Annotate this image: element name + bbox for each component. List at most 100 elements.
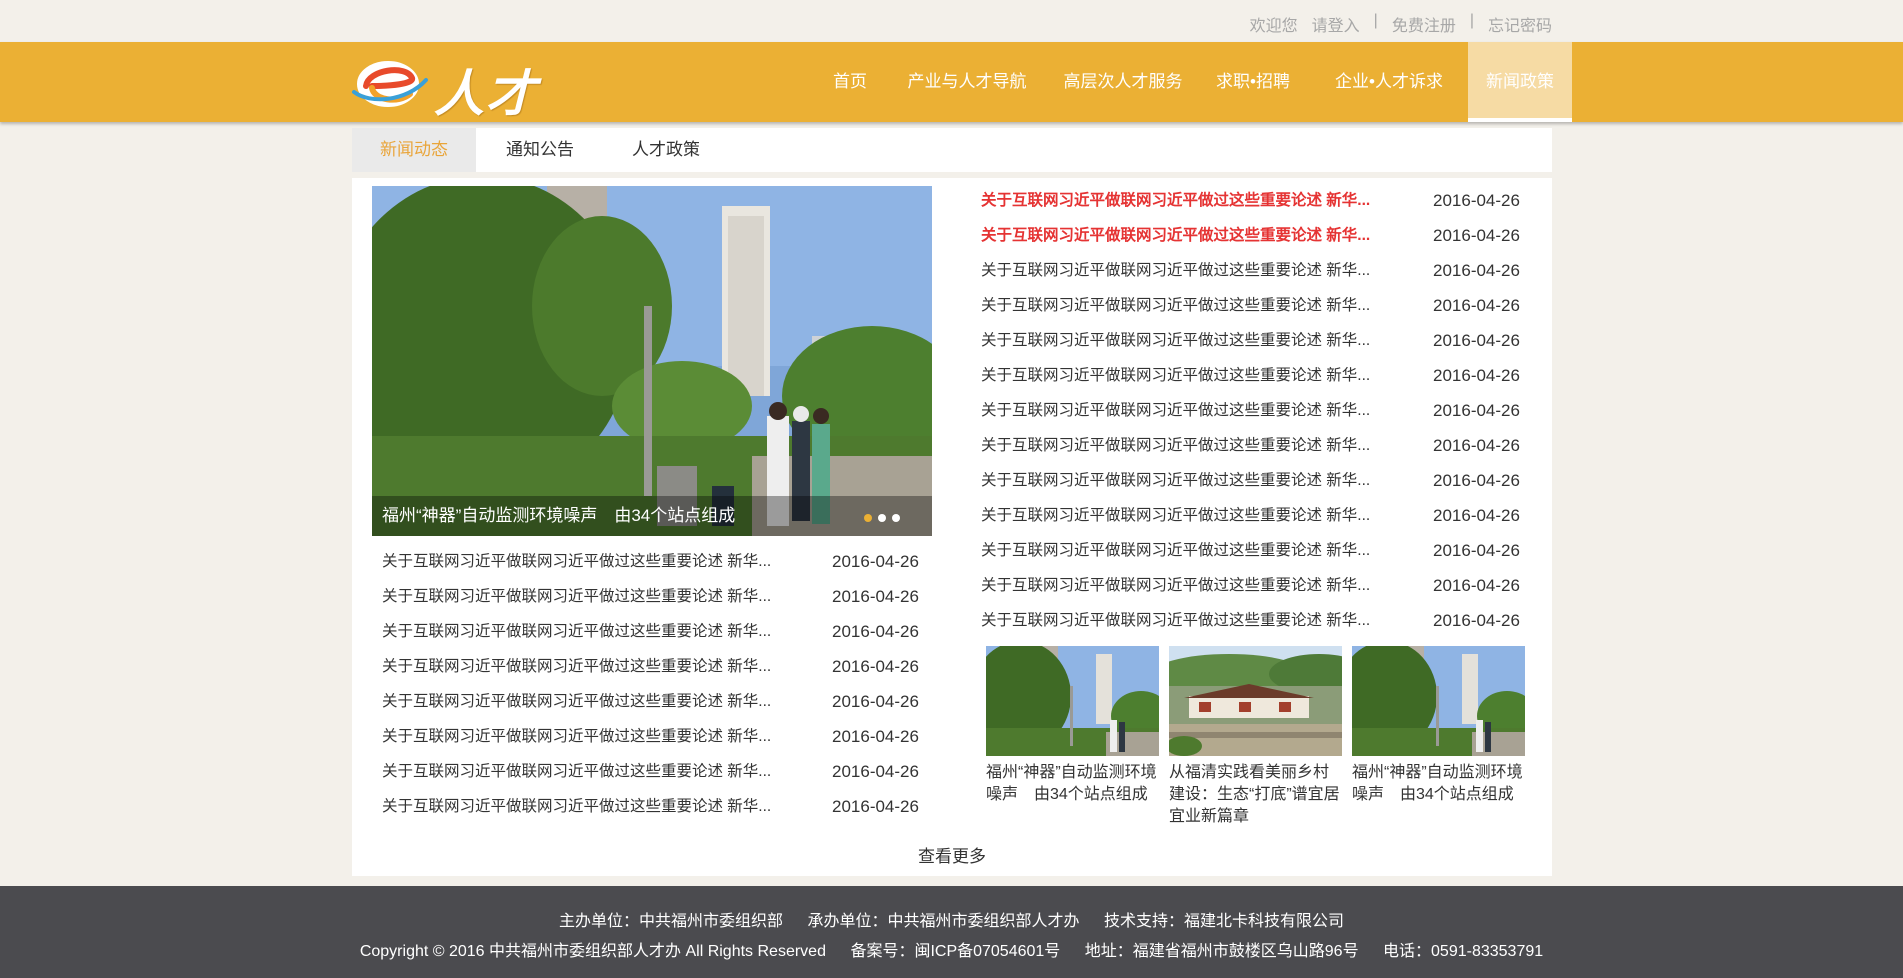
- nav-item-enterprise-appeals[interactable]: 企业•人才诉求: [1330, 42, 1448, 122]
- news-tabs: 新闻动态 通知公告 人才政策: [352, 128, 1552, 178]
- footer-credits: 主办单位：中共福州市委组织部 承办单位：中共福州市委组织部人才办 技术支持：福建…: [0, 907, 1903, 931]
- thumbnail-card[interactable]: 从福清实践看美丽乡村建设：生态“打底”谱宜居宜业新篇章: [1169, 646, 1342, 828]
- news-date: 2016-04-26: [1433, 401, 1520, 420]
- news-title[interactable]: 关于互联网习近平做联网习近平做过这些重要论述 新华...: [382, 614, 771, 649]
- news-title[interactable]: 关于互联网习近平做联网习近平做过这些重要论述 新华...: [382, 719, 771, 754]
- news-title-hot[interactable]: 关于互联网习近平做联网习近平做过这些重要论述 新华...: [981, 218, 1370, 253]
- news-date: 2016-04-26: [1433, 436, 1520, 455]
- news-title-hot[interactable]: 关于互联网习近平做联网习近平做过这些重要论述 新华...: [981, 183, 1370, 218]
- news-date: 2016-04-26: [832, 552, 919, 571]
- thumbnail-caption[interactable]: 福州“神器”自动监测环境噪声 由34个站点组成: [986, 762, 1159, 806]
- news-title[interactable]: 关于互联网习近平做联网习近平做过这些重要论述 新华...: [981, 428, 1370, 463]
- nav-item-high-level-talent[interactable]: 高层次人才服务: [1056, 42, 1190, 122]
- news-title[interactable]: 关于互联网习近平做联网习近平做过这些重要论述 新华...: [981, 253, 1370, 288]
- list-item[interactable]: 关于互联网习近平做联网习近平做过这些重要论述 新华... 2016-04-26: [981, 568, 1541, 603]
- tab-news[interactable]: 新闻动态: [352, 128, 476, 172]
- list-item[interactable]: 关于互联网习近平做联网习近平做过这些重要论述 新华... 2016-04-26: [981, 393, 1541, 428]
- news-title[interactable]: 关于互联网习近平做联网习近平做过这些重要论述 新华...: [981, 323, 1370, 358]
- user-links: 欢迎您 请登入 | 免费注册 | 忘记密码: [1250, 12, 1552, 36]
- news-title[interactable]: 关于互联网习近平做联网习近平做过这些重要论述 新华...: [981, 603, 1370, 638]
- list-item[interactable]: 关于互联网习近平做联网习近平做过这些重要论述 新华... 2016-04-26: [382, 754, 922, 789]
- news-date: 2016-04-26: [1433, 226, 1520, 245]
- tab-notices[interactable]: 通知公告: [476, 128, 604, 172]
- news-title[interactable]: 关于互联网习近平做联网习近平做过这些重要论述 新华...: [382, 754, 771, 789]
- news-date: 2016-04-26: [832, 622, 919, 641]
- footer-address: 地址：福建省福州市鼓楼区乌山路96号: [1084, 943, 1359, 960]
- list-item[interactable]: 关于互联网习近平做联网习近平做过这些重要论述 新华... 2016-04-26: [981, 183, 1541, 218]
- footer-tech-support: 技术支持：福建北卡科技有限公司: [1103, 913, 1344, 930]
- footer-info: Copyright © 2016 中共福州市委组织部人才办 All Rights…: [0, 937, 1903, 961]
- nav-item-industry-talent[interactable]: 产业与人才导航: [900, 42, 1034, 122]
- thumbnail-caption[interactable]: 从福清实践看美丽乡村建设：生态“打底”谱宜居宜业新篇章: [1169, 762, 1342, 828]
- list-item[interactable]: 关于互联网习近平做联网习近平做过这些重要论述 新华... 2016-04-26: [981, 288, 1541, 323]
- separator: |: [1469, 12, 1474, 29]
- news-title[interactable]: 关于互联网习近平做联网习近平做过这些重要论述 新华...: [981, 358, 1370, 393]
- slider-dot[interactable]: [864, 514, 872, 522]
- right-news-list: 关于互联网习近平做联网习近平做过这些重要论述 新华... 2016-04-26 关…: [981, 183, 1541, 638]
- list-item[interactable]: 关于互联网习近平做联网习近平做过这些重要论述 新华... 2016-04-26: [981, 253, 1541, 288]
- news-title[interactable]: 关于互联网习近平做联网习近平做过这些重要论述 新华...: [382, 579, 771, 614]
- news-title[interactable]: 关于互联网习近平做联网习近平做过这些重要论述 新华...: [382, 789, 771, 824]
- list-item[interactable]: 关于互联网习近平做联网习近平做过这些重要论述 新华... 2016-04-26: [981, 463, 1541, 498]
- news-title[interactable]: 关于互联网习近平做联网习近平做过这些重要论述 新华...: [382, 544, 771, 579]
- thumbnail-image[interactable]: [1352, 646, 1525, 756]
- news-date: 2016-04-26: [832, 762, 919, 781]
- list-item[interactable]: 关于互联网习近平做联网习近平做过这些重要论述 新华... 2016-04-26: [382, 649, 922, 684]
- view-more-link[interactable]: 查看更多: [352, 842, 1552, 867]
- featured-caption[interactable]: 福州“神器”自动监测环境噪声 由34个站点组成: [372, 496, 932, 536]
- footer-sponsor: 主办单位：中共福州市委组织部: [559, 913, 784, 930]
- news-title[interactable]: 关于互联网习近平做联网习近平做过这些重要论述 新华...: [981, 463, 1370, 498]
- thumbnail-caption[interactable]: 福州“神器”自动监测环境噪声 由34个站点组成: [1352, 762, 1525, 806]
- list-item[interactable]: 关于互联网习近平做联网习近平做过这些重要论述 新华... 2016-04-26: [981, 428, 1541, 463]
- footer-organizer: 承办单位：中共福州市委组织部人才办: [807, 913, 1080, 930]
- news-title[interactable]: 关于互联网习近平做联网习近平做过这些重要论述 新华...: [981, 393, 1370, 428]
- list-item[interactable]: 关于互联网习近平做联网习近平做过这些重要论述 新华... 2016-04-26: [382, 789, 922, 824]
- news-title[interactable]: 关于互联网习近平做联网习近平做过这些重要论述 新华...: [981, 568, 1370, 603]
- list-item[interactable]: 关于互联网习近平做联网习近平做过这些重要论述 新华... 2016-04-26: [981, 323, 1541, 358]
- news-title[interactable]: 关于互联网习近平做联网习近平做过这些重要论述 新华...: [382, 649, 771, 684]
- list-item[interactable]: 关于互联网习近平做联网习近平做过这些重要论述 新华... 2016-04-26: [981, 498, 1541, 533]
- top-bar: 欢迎您 请登入 | 免费注册 | 忘记密码: [0, 0, 1903, 42]
- nav-item-news-policy[interactable]: 新闻政策: [1468, 42, 1572, 122]
- news-date: 2016-04-26: [1433, 471, 1520, 490]
- list-item[interactable]: 关于互联网习近平做联网习近平做过这些重要论述 新华... 2016-04-26: [382, 719, 922, 754]
- thumbnail-image[interactable]: [1169, 646, 1342, 756]
- footer-icp[interactable]: 备案号：闽ICP备07054601号: [850, 943, 1060, 960]
- list-item[interactable]: 关于互联网习近平做联网习近平做过这些重要论述 新华... 2016-04-26: [382, 614, 922, 649]
- thumbnail-card[interactable]: 福州“神器”自动监测环境噪声 由34个站点组成: [1352, 646, 1525, 806]
- thumbnail-card[interactable]: 福州“神器”自动监测环境噪声 由34个站点组成: [986, 646, 1159, 806]
- list-item[interactable]: 关于互联网习近平做联网习近平做过这些重要论述 新华... 2016-04-26: [981, 603, 1541, 638]
- nav-item-jobs[interactable]: 求职•招聘: [1212, 42, 1294, 122]
- slider-dot[interactable]: [878, 514, 886, 522]
- header: 人才 首页 产业与人才导航 高层次人才服务 求职•招聘 企业•人才诉求 新闻政策: [0, 42, 1903, 123]
- separator: |: [1373, 12, 1378, 29]
- list-item[interactable]: 关于互联网习近平做联网习近平做过这些重要论述 新华... 2016-04-26: [382, 544, 922, 579]
- news-title[interactable]: 关于互联网习近平做联网习近平做过这些重要论述 新华...: [981, 498, 1370, 533]
- forgot-password-link[interactable]: 忘记密码: [1488, 12, 1552, 36]
- featured-image: [372, 186, 932, 536]
- news-date: 2016-04-26: [1433, 611, 1520, 630]
- list-item[interactable]: 关于互联网习近平做联网习近平做过这些重要论述 新华... 2016-04-26: [981, 358, 1541, 393]
- nav-item-home[interactable]: 首页: [820, 42, 880, 122]
- list-item[interactable]: 关于互联网习近平做联网习近平做过这些重要论述 新华... 2016-04-26: [981, 218, 1541, 253]
- tab-talent-policy[interactable]: 人才政策: [604, 128, 728, 172]
- news-date: 2016-04-26: [1433, 296, 1520, 315]
- news-date: 2016-04-26: [832, 657, 919, 676]
- news-title[interactable]: 关于互联网习近平做联网习近平做过这些重要论述 新华...: [382, 684, 771, 719]
- slider-dot[interactable]: [892, 514, 900, 522]
- news-title[interactable]: 关于互联网习近平做联网习近平做过这些重要论述 新华...: [981, 533, 1370, 568]
- login-link[interactable]: 请登入: [1312, 12, 1360, 36]
- main-nav: 首页 产业与人才导航 高层次人才服务 求职•招聘 企业•人才诉求 新闻政策: [0, 42, 1903, 122]
- news-date: 2016-04-26: [1433, 261, 1520, 280]
- news-date: 2016-04-26: [1433, 331, 1520, 350]
- list-item[interactable]: 关于互联网习近平做联网习近平做过这些重要论述 新华... 2016-04-26: [382, 579, 922, 614]
- featured-slider[interactable]: 福州“神器”自动监测环境噪声 由34个站点组成: [372, 186, 932, 536]
- register-link[interactable]: 免费注册: [1392, 12, 1456, 36]
- list-item[interactable]: 关于互联网习近平做联网习近平做过这些重要论述 新华... 2016-04-26: [382, 684, 922, 719]
- news-panel: 新闻动态 通知公告 人才政策 福州“神器”自动监测环境噪声 由34个站点组成 关…: [352, 128, 1552, 876]
- thumbnail-image[interactable]: [986, 646, 1159, 756]
- news-title[interactable]: 关于互联网习近平做联网习近平做过这些重要论述 新华...: [981, 288, 1370, 323]
- news-date: 2016-04-26: [832, 797, 919, 816]
- list-item[interactable]: 关于互联网习近平做联网习近平做过这些重要论述 新华... 2016-04-26: [981, 533, 1541, 568]
- slider-dots: [864, 514, 900, 522]
